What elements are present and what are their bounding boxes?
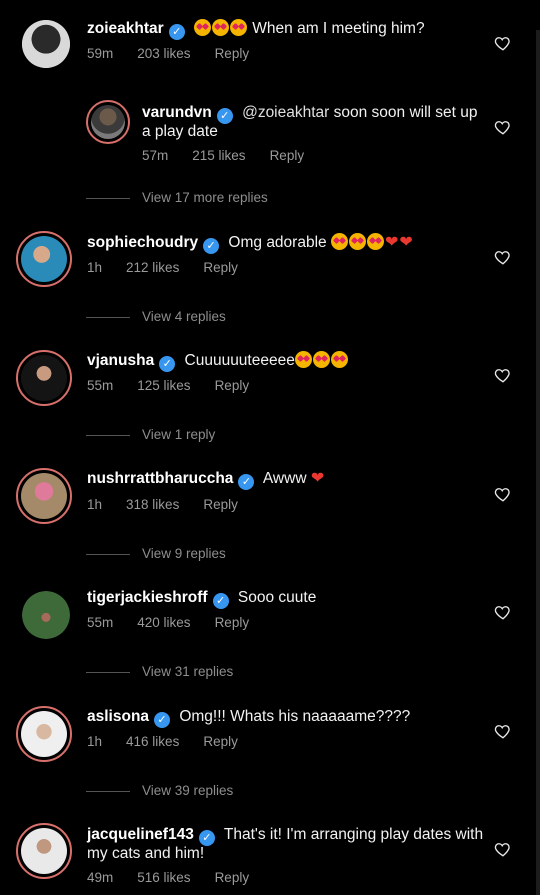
comment-time: 55m [87, 378, 114, 393]
view-replies-button[interactable]: View 31 replies [86, 664, 233, 679]
comment-username[interactable]: tigerjackieshroff [87, 589, 208, 606]
heart-outline-icon[interactable] [494, 840, 512, 858]
comment-text-continued: a play date [142, 123, 218, 140]
comment-likes[interactable]: 420 likes [137, 615, 190, 630]
comment-likes[interactable]: 215 likes [192, 148, 245, 163]
comment-likes[interactable]: 416 likes [126, 734, 179, 749]
comment-likes[interactable]: 516 likes [137, 870, 190, 885]
reply-button[interactable]: Reply [215, 378, 250, 393]
comment-text: soon soon will set up [329, 104, 478, 121]
comment-text: Omg adorable [228, 234, 327, 251]
heart-outline-icon[interactable] [494, 722, 512, 740]
heart-outline-icon[interactable] [494, 366, 512, 384]
heart-eyes-emoji-icon [229, 19, 247, 36]
verified-badge-icon: ✓ [203, 238, 220, 254]
reply-button[interactable]: Reply [215, 615, 250, 630]
comment-username[interactable]: nushrrattbharuccha [87, 470, 233, 487]
comment-username[interactable]: zoieakhtar [87, 20, 164, 37]
verified-badge-icon: ✓ [154, 712, 171, 728]
view-replies-button[interactable]: View 9 replies [86, 546, 226, 561]
comment-time: 57m [142, 148, 169, 163]
heart-eyes-emoji-icon [330, 351, 348, 368]
verified-badge-icon: ✓ [216, 108, 233, 124]
avatar[interactable] [86, 100, 130, 144]
view-replies-button[interactable]: View 1 reply [86, 427, 215, 442]
comment-username[interactable]: aslisona [87, 708, 149, 725]
view-replies-button[interactable]: View 39 replies [86, 783, 233, 798]
heart-outline-icon[interactable] [494, 248, 512, 266]
avatar[interactable] [16, 823, 72, 879]
comment-likes[interactable]: 318 likes [126, 497, 179, 512]
comment-username[interactable]: sophiechoudry [87, 234, 198, 251]
comment-time: 55m [87, 615, 114, 630]
scrollbar[interactable] [536, 30, 540, 895]
avatar[interactable] [22, 20, 70, 68]
comment-likes[interactable]: 212 likes [126, 260, 179, 275]
heart-eyes-emoji-icon [312, 351, 330, 368]
comment-time: 1h [87, 260, 103, 275]
comment-time: 59m [87, 46, 114, 61]
heart-eyes-emoji-icon [193, 19, 211, 36]
avatar[interactable] [22, 591, 70, 639]
comment-username[interactable]: varundvn [142, 104, 212, 121]
comment-text-continued: my cats and him! [87, 845, 205, 862]
verified-badge-icon: ✓ [168, 24, 185, 40]
comment-text: Omg!!! Whats his naaaaame???? [179, 708, 411, 725]
reply-button[interactable]: Reply [203, 497, 238, 512]
verified-badge-icon: ✓ [212, 593, 229, 609]
comment-text: Awww [262, 470, 307, 487]
comment-text: Cuuuuuuteeeee [184, 352, 295, 369]
comment-time: 1h [87, 497, 103, 512]
reply-button[interactable]: Reply [203, 734, 238, 749]
comment-text: When am I meeting him? [252, 20, 425, 37]
comment-likes[interactable]: 125 likes [137, 378, 190, 393]
verified-badge-icon: ✓ [238, 474, 255, 490]
reply-button[interactable]: Reply [215, 870, 250, 885]
heart-outline-icon[interactable] [494, 118, 512, 136]
avatar[interactable] [16, 706, 72, 762]
heart-outline-icon[interactable] [494, 485, 512, 503]
heart-outline-icon[interactable] [494, 34, 512, 52]
heart-eyes-emoji-icon [366, 233, 384, 250]
reply-button[interactable]: Reply [203, 260, 238, 275]
heart-eyes-emoji-icon [330, 233, 348, 250]
red-heart-emoji-icon: ❤ [384, 234, 399, 251]
red-heart-emoji-icon: ❤ [310, 470, 325, 487]
view-replies-button[interactable]: View 17 more replies [86, 190, 268, 205]
comment-likes[interactable]: 203 likes [137, 46, 190, 61]
heart-eyes-emoji-icon [294, 351, 312, 368]
heart-eyes-emoji-icon [348, 233, 366, 250]
reply-button[interactable]: Reply [270, 148, 305, 163]
reply-button[interactable]: Reply [215, 46, 250, 61]
comment-time: 49m [87, 870, 114, 885]
heart-eyes-emoji-icon [211, 19, 229, 36]
avatar[interactable] [16, 231, 72, 287]
mention-link[interactable]: @zoieakhtar [242, 104, 329, 121]
heart-outline-icon[interactable] [494, 603, 512, 621]
comment-text: Sooo cuute [237, 589, 317, 606]
view-replies-button[interactable]: View 4 replies [86, 309, 226, 324]
comment-username[interactable]: jacquelinef143 [87, 826, 194, 843]
avatar[interactable] [16, 350, 72, 406]
comment-text: That's it! I'm arranging play dates with [223, 826, 484, 843]
comment-username[interactable]: vjanusha [87, 352, 154, 369]
avatar[interactable] [16, 468, 72, 524]
red-heart-emoji-icon: ❤ [399, 234, 413, 251]
verified-badge-icon: ✓ [159, 356, 176, 372]
comment-time: 1h [87, 734, 103, 749]
